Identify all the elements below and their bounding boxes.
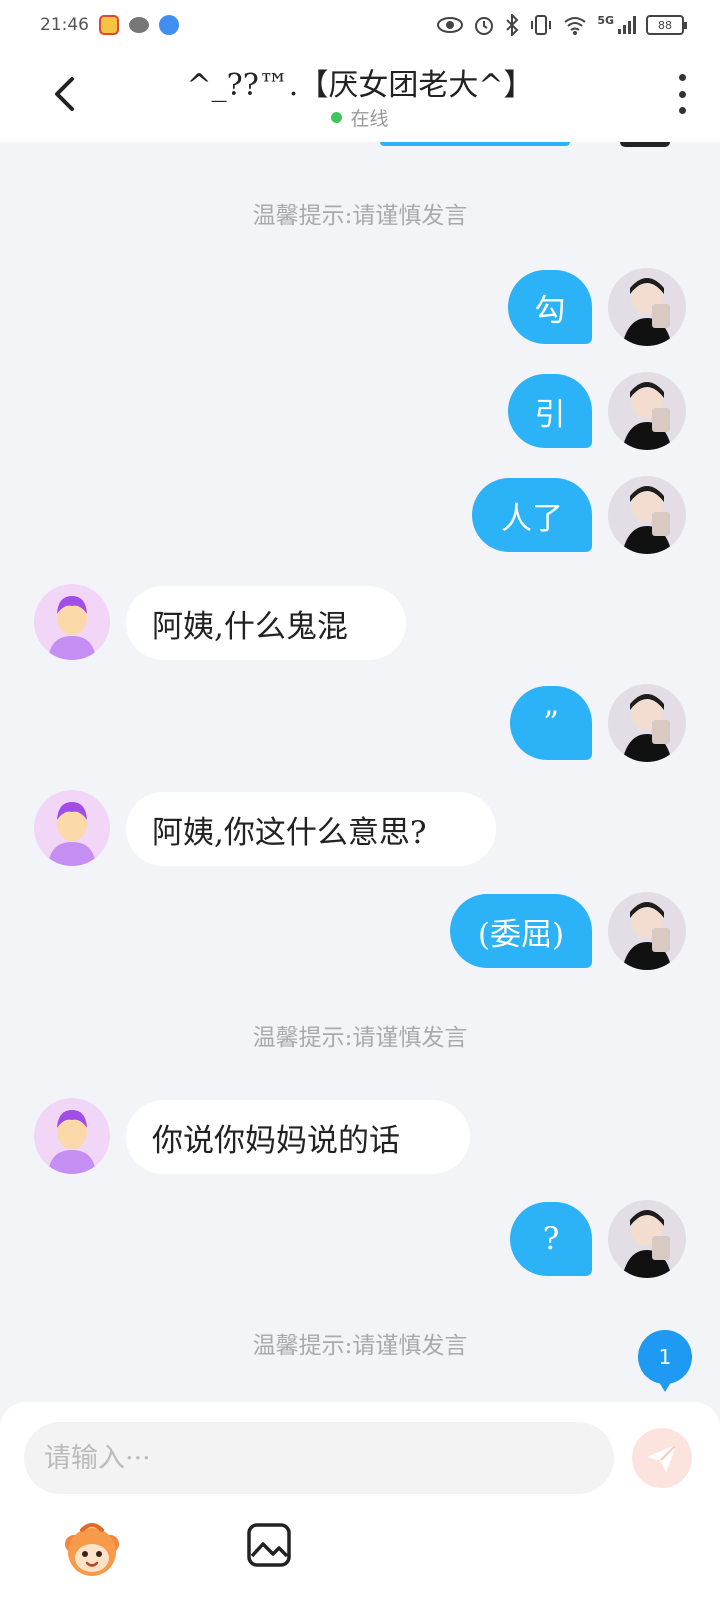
status-bar: 21:46 5G 88 [0,0,720,50]
my-avatar[interactable] [608,372,686,450]
contact-message-bubble[interactable]: 阿姨,什么鬼混 [126,586,406,660]
more-dot [678,90,686,98]
more-dot [678,107,686,114]
avatar-image [622,486,672,554]
online-status-label: 在线 [350,108,389,130]
my-avatar[interactable] [608,268,686,346]
my-message-bubble[interactable]: 引 [508,374,592,448]
wechat-notification-icon [129,17,149,33]
avatar-image [622,694,672,762]
safety-notice: 温馨提示:请谨慎发言 [252,1025,468,1051]
my-avatar[interactable] [608,476,686,554]
more-vertical-icon [678,74,686,81]
contact-avatar[interactable] [34,790,110,866]
my-avatar[interactable] [608,1200,686,1278]
chat-header: ^_??™.【厌女团老大^】 在线 [0,50,720,142]
avatar-image [622,382,672,450]
message-input[interactable] [24,1422,614,1494]
default-avatar-icon [48,802,96,866]
status-time: 21:46 [40,15,89,35]
more-options-button[interactable] [674,74,690,114]
browser-notification-icon [159,15,179,35]
my-message-bubble[interactable]: ” [510,686,592,760]
weibo-notification-icon [99,15,119,35]
send-button[interactable] [632,1428,692,1488]
unread-messages-badge[interactable]: 1 [638,1330,692,1392]
emoji-button[interactable] [60,1518,124,1582]
contact-message-bubble[interactable]: 阿姨,你这什么意思? [126,792,496,866]
eye-icon [437,17,464,33]
contact-avatar[interactable] [34,584,110,660]
safety-notice: 温馨提示:请谨慎发言 [252,203,468,229]
send-icon [648,1445,676,1472]
avatar-image [622,1210,672,1278]
bluetooth-icon [506,14,519,36]
status-right: 5G 88 [437,14,687,36]
battery-indicator: 88 [646,15,687,35]
avatar-image [622,902,672,970]
my-message-bubble[interactable]: (委屈) [450,894,592,968]
previous-message-bubble [380,142,570,146]
emoji-icon [65,1523,119,1576]
online-dot-icon [331,112,343,123]
contact-avatar[interactable] [34,1098,110,1174]
image-button[interactable] [246,1522,292,1568]
signal-icon [618,16,636,34]
safety-notice: 温馨提示:请谨慎发言 [252,1333,468,1359]
my-avatar[interactable] [608,684,686,762]
my-message-bubble[interactable]: 勾 [508,270,592,344]
my-message-bubble[interactable]: ? [510,1202,592,1276]
vibrate-icon [531,15,552,35]
default-avatar-icon [48,596,96,660]
input-panel [0,1402,720,1612]
chat-message-list[interactable]: 温馨提示:请谨慎发言 勾 引 人了 阿姨,什么鬼混 ” 阿姨,你这什么意思? (… [0,142,720,1402]
status-left: 21:46 [40,15,179,35]
my-message-bubble[interactable]: 人了 [472,478,592,552]
previous-avatar [620,142,670,147]
wifi-icon [564,17,586,35]
network-type: 5G [597,14,614,27]
online-status: 在线 [0,104,720,131]
avatar-image [622,278,672,346]
my-avatar[interactable] [608,892,686,970]
default-avatar-icon [48,1110,96,1174]
image-icon [247,1523,291,1567]
contact-message-bubble[interactable]: 你说你妈妈说的话 [126,1100,470,1174]
alarm-icon [475,17,494,35]
contact-name: ^_??™.【厌女团老大^】 [186,68,534,103]
